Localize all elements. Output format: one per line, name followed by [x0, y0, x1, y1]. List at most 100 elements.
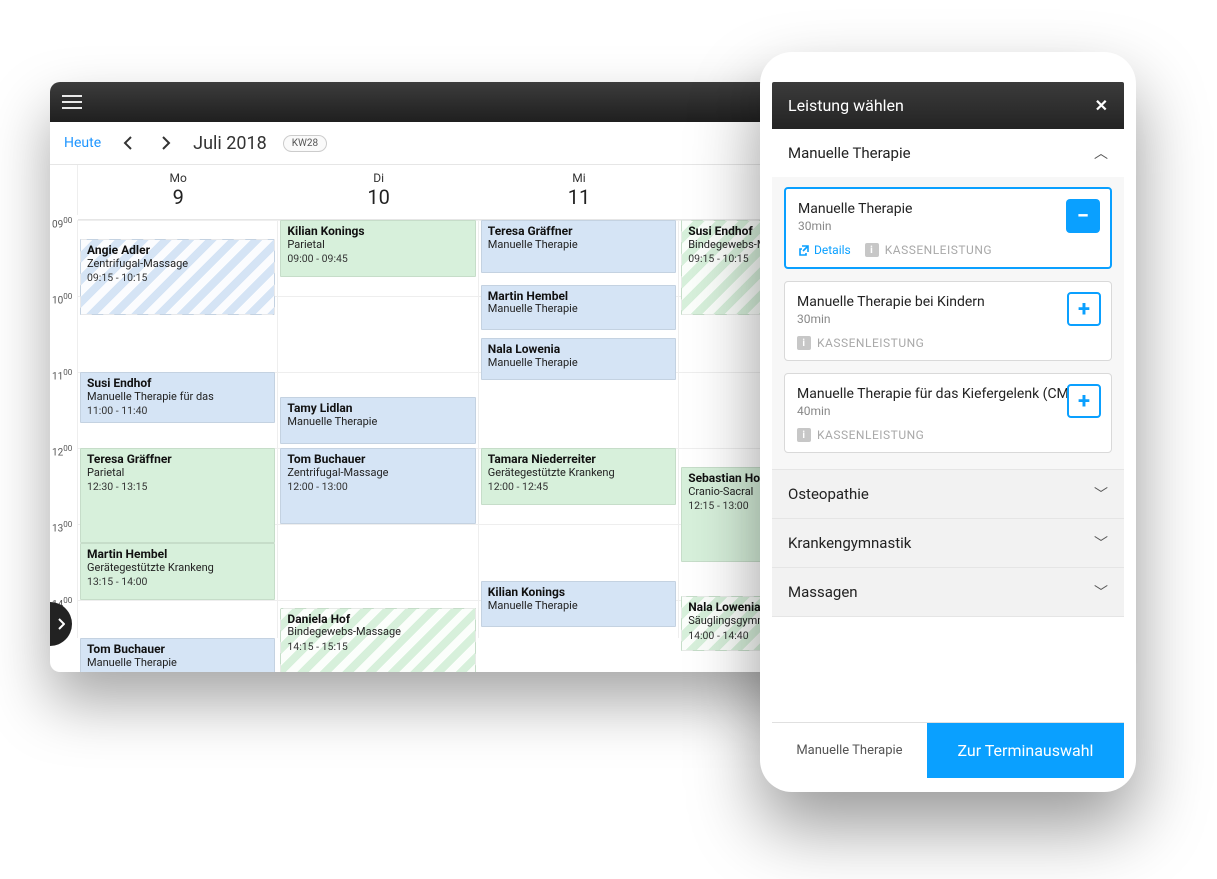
info-icon: i — [865, 243, 879, 257]
info-icon: i — [797, 428, 811, 442]
calendar-event[interactable]: Martin HembelGerätegestützte Krankeng13:… — [80, 543, 275, 600]
day-header: Mo 9 — [78, 165, 278, 219]
service-card[interactable]: Manuelle Therapie 30min Details iKASSENL… — [784, 187, 1112, 269]
prev-week-button[interactable] — [117, 132, 139, 154]
external-link-icon — [798, 244, 810, 256]
details-link[interactable]: Details — [798, 243, 851, 257]
hour-label: 1100 — [52, 368, 72, 382]
day-column[interactable]: Angie AdlerZentrifugal-Massage09:15 - 10… — [78, 220, 278, 638]
bottom-bar: Manuelle Therapie Zur Terminauswahl — [772, 722, 1124, 778]
day-number: 11 — [479, 185, 679, 209]
event-time: 12:00 - 13:00 — [287, 481, 468, 493]
event-service: Zentrifugal-Massage — [287, 467, 468, 480]
event-service: Gerätegestützte Krankeng — [488, 467, 669, 480]
chevron-down-icon: ﹀ — [1094, 582, 1108, 602]
weekday-label: Di — [278, 171, 478, 185]
hour-label: 1200 — [52, 444, 72, 458]
event-service: Zentrifugal-Massage — [87, 258, 268, 271]
calendar-event[interactable]: Daniela HofBindegewebs-Massage 14:15 - 15… — [280, 608, 475, 672]
modal-title: Leistung wählen — [788, 96, 904, 115]
calendar-event[interactable]: Tamy LidlanManuelle Therapie — [280, 397, 475, 444]
week-badge: KW28 — [283, 135, 327, 152]
calendar-event[interactable]: Kilian KoningsManuelle Therapie — [481, 581, 676, 627]
hour-label: 1000 — [52, 292, 72, 306]
event-name: Martin Hembel — [488, 290, 669, 304]
event-name: Tom Buchauer — [287, 453, 468, 467]
insurance-badge: iKASSENLEISTUNG — [865, 243, 992, 257]
remove-service-button[interactable]: − — [1066, 199, 1100, 233]
chevron-up-icon: ︿ — [1094, 143, 1108, 163]
service-card[interactable]: Manuelle Therapie für das Kiefergelenk (… — [784, 373, 1112, 453]
accordion-label: Osteopathie — [788, 485, 869, 503]
service-title: Manuelle Therapie für das Kiefergelenk (… — [797, 386, 1099, 402]
calendar-event[interactable]: Nala LoweniaManuelle Therapie — [481, 338, 676, 380]
day-number: 10 — [278, 185, 478, 209]
next-week-button[interactable] — [155, 132, 177, 154]
to-appointment-button[interactable]: Zur Terminauswahl — [927, 723, 1124, 778]
accordion-header[interactable]: Massagen ﹀ — [772, 568, 1124, 616]
day-column[interactable]: Kilian KoningsParietal09:00 - 09:45 Tamy … — [278, 220, 478, 638]
menu-icon[interactable] — [62, 95, 82, 109]
event-name: Tamy Lidlan — [287, 402, 468, 416]
month-title: Juli 2018 — [193, 133, 267, 154]
event-time: 09:00 - 09:45 — [287, 253, 468, 265]
calendar-event[interactable]: Tamara NiederreiterGerätegestützte Krank… — [481, 448, 676, 505]
event-name: Kilian Konings — [287, 225, 468, 239]
event-service: Manuelle Therapie — [488, 357, 669, 370]
calendar-event[interactable]: Angie AdlerZentrifugal-Massage09:15 - 10… — [80, 239, 275, 315]
event-service: Bindegewebs-Massage — [287, 626, 468, 639]
event-time: 12:00 - 12:45 — [488, 481, 669, 493]
accordion-body: Manuelle Therapie 30min Details iKASSENL… — [772, 177, 1124, 469]
event-name: Martin Hembel — [87, 548, 268, 562]
insurance-badge: iKASSENLEISTUNG — [797, 428, 924, 442]
calendar-event[interactable]: Tom BuchauerManuelle Therapie — [80, 638, 275, 672]
event-name: Teresa Gräffner — [87, 453, 268, 467]
event-service: Parietal — [87, 467, 268, 480]
weekday-label: Mo — [78, 171, 278, 185]
calendar-event[interactable]: Teresa GräffnerManuelle Therapie — [481, 220, 676, 273]
calendar-event[interactable]: Susi EndhofManuelle Therapie für das11:0… — [80, 372, 275, 423]
add-service-button[interactable]: + — [1067, 384, 1101, 418]
event-service: Manuelle Therapie — [488, 303, 669, 316]
accordion-header[interactable]: Osteopathie ﹀ — [772, 470, 1124, 518]
accordion-header[interactable]: Krankengymnastik ﹀ — [772, 519, 1124, 567]
event-service: Manuelle Therapie — [488, 600, 669, 613]
service-card[interactable]: Manuelle Therapie bei Kindern 30min iKAS… — [784, 281, 1112, 361]
event-name: Daniela Hof — [287, 613, 468, 627]
event-time: 14:15 - 15:15 — [287, 641, 468, 653]
event-name: Susi Endhof — [87, 377, 268, 391]
event-time: 11:00 - 11:40 — [87, 405, 268, 417]
close-icon[interactable]: ✕ — [1095, 96, 1108, 115]
event-service: Gerätegestützte Krankeng — [87, 562, 268, 575]
calendar-event[interactable]: Martin HembelManuelle Therapie — [481, 285, 676, 331]
calendar-event[interactable]: Kilian KoningsParietal09:00 - 09:45 — [280, 220, 475, 277]
accordion-label: Manuelle Therapie — [788, 144, 911, 162]
service-title: Manuelle Therapie — [798, 201, 1098, 217]
day-number: 9 — [78, 185, 278, 209]
service-title: Manuelle Therapie bei Kindern — [797, 294, 1099, 310]
day-header: Mi 11 — [479, 165, 679, 219]
event-service: Manuelle Therapie für das — [87, 391, 268, 404]
event-service: Manuelle Therapie — [87, 657, 268, 670]
today-button[interactable]: Heute — [64, 135, 101, 151]
day-header: Di 10 — [278, 165, 478, 219]
booking-phone: Leistung wählen ✕ Manuelle Therapie ︿Man… — [760, 52, 1136, 792]
calendar-event[interactable]: Teresa GräffnerParietal12:30 - 13:15 — [80, 448, 275, 543]
event-name: Angie Adler — [87, 244, 268, 258]
modal-header: Leistung wählen ✕ — [772, 82, 1124, 129]
add-service-button[interactable]: + — [1067, 292, 1101, 326]
service-duration: 40min — [797, 404, 1099, 418]
event-time: 12:30 - 13:15 — [87, 481, 268, 493]
insurance-badge: iKASSENLEISTUNG — [797, 336, 924, 350]
calendar-event[interactable]: Tom BuchauerZentrifugal-Massage12:00 - 1… — [280, 448, 475, 524]
event-time: 09:15 - 10:15 — [87, 272, 268, 284]
event-service: Parietal — [287, 239, 468, 252]
accordion-header[interactable]: Manuelle Therapie ︿ — [772, 129, 1124, 177]
chevron-down-icon: ﹀ — [1094, 533, 1108, 553]
day-column[interactable]: Teresa GräffnerManuelle TherapieMartin H… — [479, 220, 679, 638]
event-name: Teresa Gräffner — [488, 225, 669, 239]
accordion-label: Krankengymnastik — [788, 534, 911, 552]
event-name: Nala Lowenia — [488, 343, 669, 357]
event-name: Tom Buchauer — [87, 643, 268, 657]
event-name: Tamara Niederreiter — [488, 453, 669, 467]
